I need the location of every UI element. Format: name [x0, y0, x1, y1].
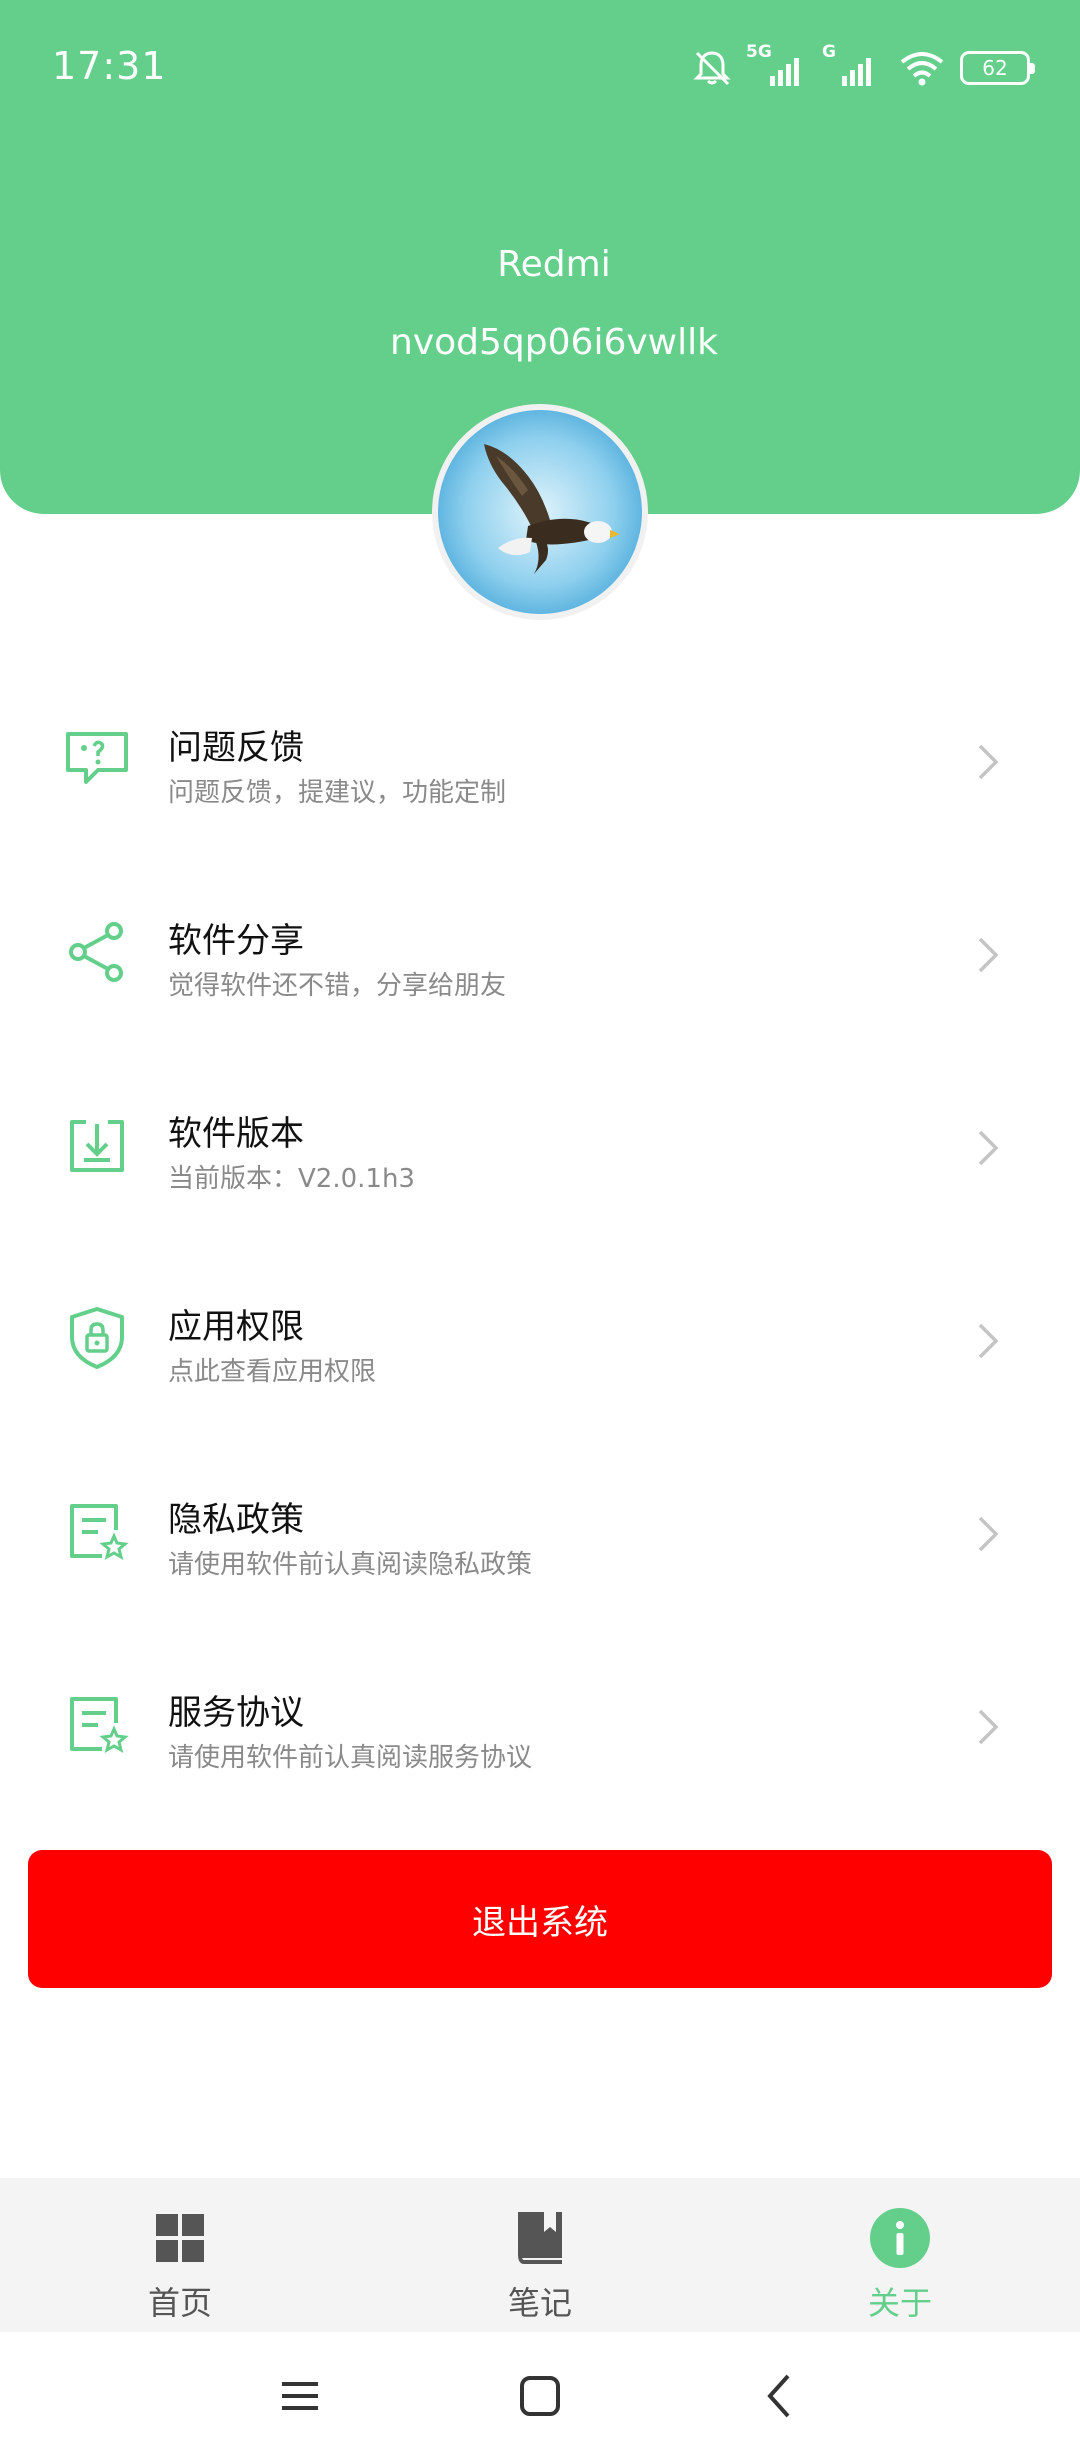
- menu-item-title: 问题反馈: [168, 728, 304, 768]
- wifi-icon: [900, 52, 944, 86]
- menu-item-title: 软件分享: [168, 921, 304, 961]
- tab-home[interactable]: 首页: [30, 2178, 330, 2332]
- eagle-avatar-icon: [438, 410, 642, 614]
- tab-notes[interactable]: 笔记: [390, 2178, 690, 2332]
- bottom-tab-bar: 首页 笔记 关于: [0, 2178, 1080, 2332]
- menu-item-subtitle: 点此查看应用权限: [168, 1357, 377, 1387]
- menu-item-subtitle: 当前版本：V2.0.1h3: [168, 1164, 415, 1194]
- menu-item-subtitle: 觉得软件还不错，分享给朋友: [168, 971, 507, 1001]
- status-icons: 5G G 62: [692, 42, 1035, 92]
- menu-icon[interactable]: [270, 2366, 330, 2426]
- grid-icon: [156, 2214, 204, 2262]
- document-star-icon: [70, 1504, 129, 1561]
- share-icon: [69, 922, 123, 982]
- menu-item-privacy[interactable]: 隐私政策 请使用软件前认真阅读隐私政策: [0, 1432, 1080, 1625]
- menu-item-share[interactable]: 软件分享 觉得软件还不错，分享给朋友: [0, 853, 1080, 1046]
- menu-item-subtitle: 请使用软件前认真阅读隐私政策: [168, 1550, 533, 1580]
- user-id: nvod5qp06i6vwllk: [390, 322, 718, 363]
- download-icon: [70, 1120, 124, 1172]
- chevron-right-icon: [978, 1516, 999, 1552]
- chevron-right-icon: [978, 1323, 999, 1359]
- chevron-right-icon: [978, 1130, 999, 1166]
- feedback-icon: [66, 732, 128, 784]
- menu-item-terms[interactable]: 服务协议 请使用软件前认真阅读服务协议: [0, 1625, 1080, 1818]
- settings-menu: 问题反馈 问题反馈，提建议，功能定制 软件分享 觉得软件还不错，分享给朋友 软件…: [0, 660, 1080, 1818]
- network-type-1: 5G: [746, 42, 772, 62]
- status-bar: 17:31 5G G 62: [0, 0, 1080, 130]
- user-name: Redmi: [497, 244, 611, 285]
- status-time: 17:31: [52, 44, 167, 88]
- signal-icon: 5G: [746, 42, 808, 88]
- tab-label: 关于: [867, 2284, 932, 2322]
- menu-item-version[interactable]: 软件版本 当前版本：V2.0.1h3: [0, 1046, 1080, 1239]
- network-type-2: G: [822, 42, 836, 62]
- battery-level: 62: [982, 56, 1008, 80]
- chevron-right-icon: [978, 937, 999, 973]
- chevron-right-icon: [978, 1709, 999, 1745]
- shield-lock-icon: [70, 1307, 124, 1369]
- tab-about[interactable]: 关于: [750, 2178, 1050, 2332]
- notifications-off-icon: [693, 51, 731, 86]
- avatar[interactable]: [432, 404, 648, 620]
- logout-button[interactable]: 退出系统: [28, 1850, 1052, 1988]
- tab-label: 首页: [147, 2284, 212, 2322]
- info-icon: [870, 2208, 930, 2268]
- menu-item-permissions[interactable]: 应用权限 点此查看应用权限: [0, 1239, 1080, 1432]
- system-nav-bar: [0, 2332, 1080, 2460]
- notebook-icon: [518, 2212, 562, 2264]
- menu-item-title: 隐私政策: [168, 1500, 304, 1540]
- menu-item-feedback[interactable]: 问题反馈 问题反馈，提建议，功能定制: [0, 660, 1080, 853]
- chevron-right-icon: [978, 744, 999, 780]
- document-star-icon: [70, 1697, 129, 1754]
- menu-item-title: 应用权限: [168, 1307, 304, 1347]
- home-icon[interactable]: [510, 2366, 570, 2426]
- battery-icon: 62: [960, 51, 1035, 85]
- back-icon[interactable]: [750, 2366, 810, 2426]
- tab-label: 笔记: [507, 2284, 572, 2322]
- signal-icon-2: G: [822, 42, 884, 88]
- menu-item-subtitle: 请使用软件前认真阅读服务协议: [168, 1743, 533, 1773]
- menu-item-title: 服务协议: [168, 1693, 304, 1733]
- menu-item-title: 软件版本: [168, 1114, 304, 1154]
- menu-item-subtitle: 问题反馈，提建议，功能定制: [168, 778, 507, 808]
